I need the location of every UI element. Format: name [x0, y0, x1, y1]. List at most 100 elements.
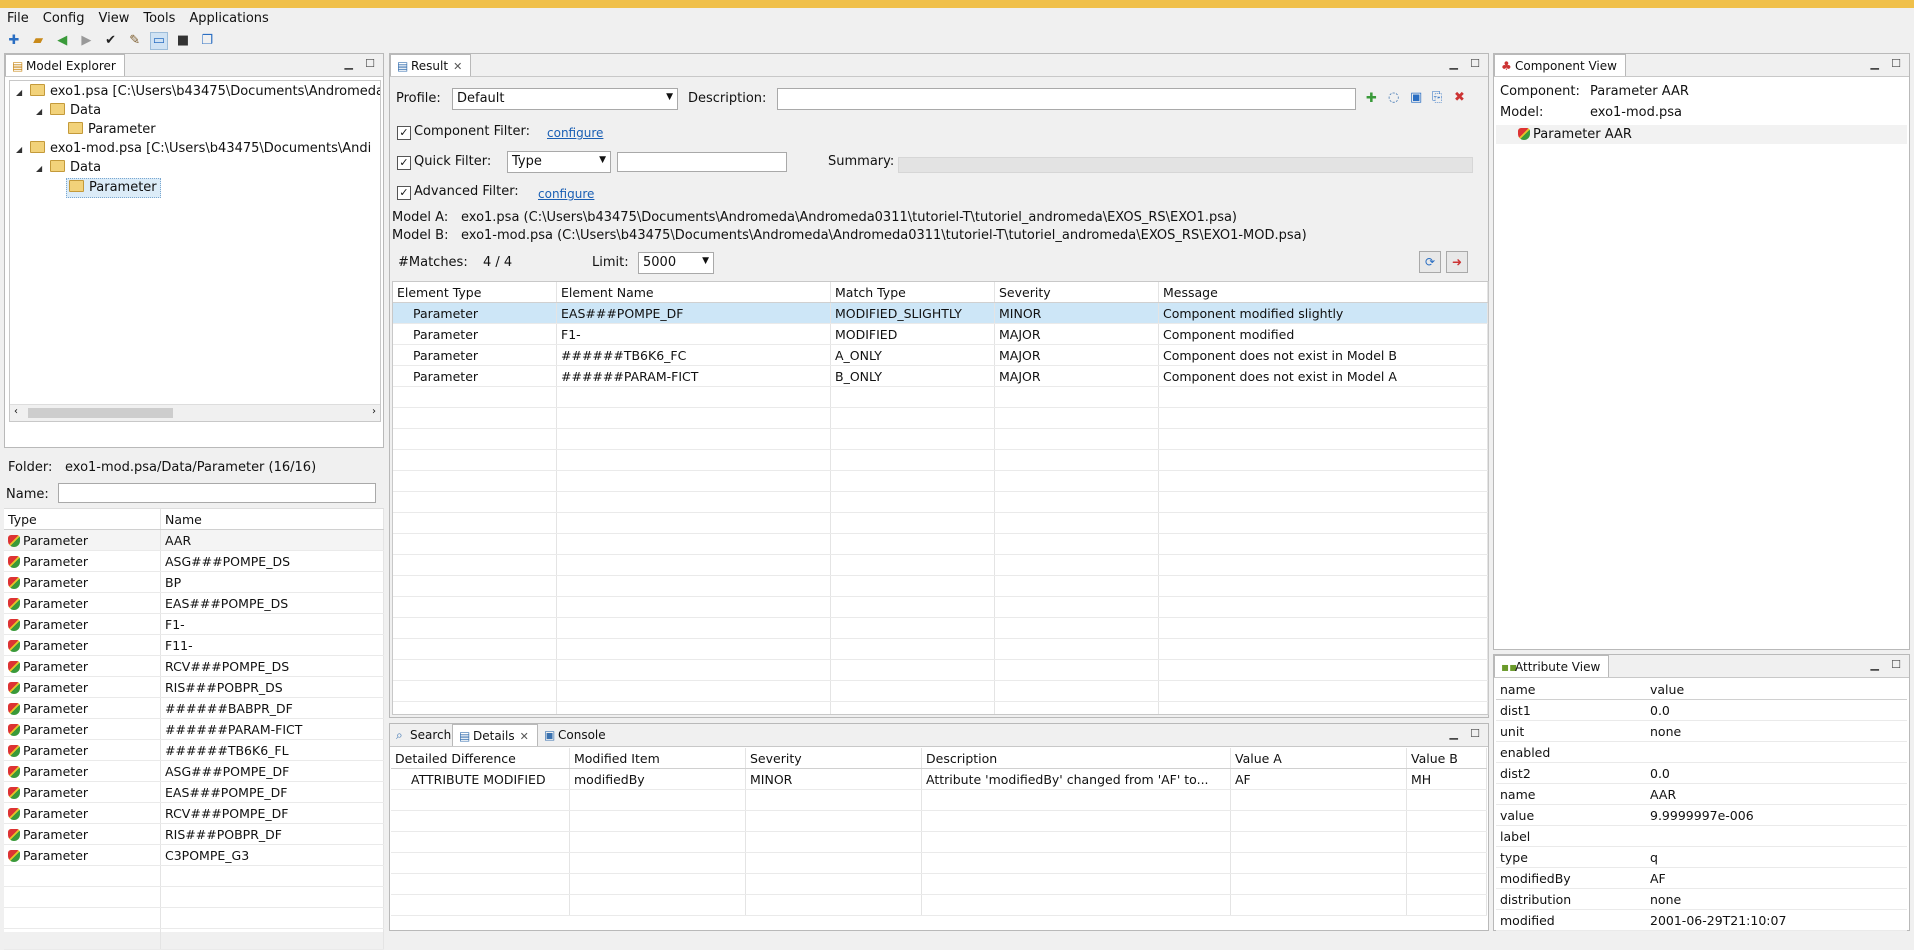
quick-filter-input[interactable] [617, 152, 787, 172]
console-icon[interactable]: ■ [175, 33, 191, 49]
attribute-row[interactable]: modifiedBy AF [1496, 867, 1907, 889]
column-header-element-type[interactable]: Element Type [393, 282, 557, 303]
column-header-match-type[interactable]: Match Type [830, 282, 995, 303]
column-header-description[interactable]: Description [921, 748, 1231, 769]
attribute-row[interactable]: value 9.9999997e-006 [1496, 804, 1907, 826]
tree-node-exo1-mod[interactable]: ◢ exo1-mod.psa [C:\Users\b43475\Documents… [16, 140, 371, 158]
column-header-detailed-difference[interactable]: Detailed Difference [391, 748, 570, 769]
column-header-name[interactable]: Name [160, 509, 384, 530]
component-filter-configure-link[interactable]: configure [547, 126, 603, 140]
attribute-row[interactable]: modified 2001-06-29T21:10:07 [1496, 909, 1907, 931]
back-arrow-icon[interactable]: ◀ [54, 33, 70, 49]
column-header-type[interactable]: Type [4, 509, 161, 530]
minimize-icon[interactable]: ▁ [1450, 727, 1458, 740]
table-row[interactable]: Parameter RCV###POMPE_DS [4, 655, 384, 677]
attribute-row[interactable]: type q [1496, 846, 1907, 868]
tab-attribute-view[interactable]: ▪▪Attribute View [1494, 655, 1610, 677]
menu-tools[interactable]: Tools [136, 8, 182, 29]
collapse-arrow-icon[interactable]: ◢ [36, 160, 48, 178]
minimize-icon[interactable]: ▁ [1871, 658, 1879, 671]
column-header-severity[interactable]: Severity [994, 282, 1159, 303]
column-header-element-name[interactable]: Element Name [556, 282, 831, 303]
table-row[interactable]: Parameter F11- [4, 634, 384, 656]
tree-node-data[interactable]: ◢ Data [36, 102, 101, 120]
attribute-row[interactable]: distribution none [1496, 888, 1907, 910]
tree-node-exo1[interactable]: ◢ exo1.psa [C:\Users\b43475\Documents\And… [16, 83, 380, 102]
tree-node-data[interactable]: ◢ Data [36, 159, 101, 177]
column-header-modified-item[interactable]: Modified Item [569, 748, 746, 769]
attribute-row[interactable]: label [1496, 825, 1907, 847]
tab-component-view[interactable]: ♣ Component View [1494, 54, 1626, 76]
quick-filter-checkbox[interactable]: ✓ [397, 156, 411, 170]
table-row[interactable]: Parameter ######TB6K6_FC A_ONLY MAJOR Compon… [393, 344, 1488, 366]
window-icon[interactable]: ▭ [149, 32, 168, 50]
scroll-right-icon[interactable]: › [372, 406, 376, 417]
table-row[interactable]: Parameter ######PARAM-FICT B_ONLY MAJOR Comp… [393, 365, 1488, 387]
tree-node-parameter-selected[interactable]: Parameter [66, 178, 161, 198]
minimize-icon[interactable]: ▁ [345, 57, 353, 70]
column-header-value-b[interactable]: Value B [1406, 748, 1487, 769]
table-row[interactable]: Parameter F1- [4, 613, 384, 635]
quick-filter-select[interactable]: Type ▼ [507, 151, 611, 173]
table-row[interactable]: Parameter RIS###POBPR_DS [4, 676, 384, 698]
column-header-message[interactable]: Message [1158, 282, 1488, 303]
attribute-row[interactable]: unit none [1496, 720, 1907, 742]
description-input[interactable] [777, 88, 1356, 110]
tab-search[interactable]: ⌕ Search [390, 724, 460, 746]
menu-config[interactable]: Config [36, 8, 92, 29]
menu-file[interactable]: File [0, 8, 36, 29]
copy-icon[interactable]: ❐ [199, 33, 215, 49]
table-row[interactable]: Parameter ASG###POMPE_DF [4, 760, 384, 782]
close-icon[interactable]: ✕ [453, 60, 462, 73]
table-row[interactable]: ATTRIBUTE MODIFIED modifiedBy MINOR Attribu… [391, 768, 1487, 790]
close-icon[interactable]: ✕ [520, 730, 529, 743]
column-header-attr-name[interactable]: name [1496, 679, 1646, 700]
column-header-severity[interactable]: Severity [745, 748, 922, 769]
add-profile-icon[interactable]: ✚ [1366, 91, 1377, 106]
attribute-row[interactable]: dist2 0.0 [1496, 762, 1907, 784]
menu-applications[interactable]: Applications [182, 8, 275, 29]
tab-details[interactable]: ▤ Details ✕ [452, 724, 538, 746]
minimize-icon[interactable]: ▁ [1871, 57, 1879, 70]
table-row[interactable]: Parameter ######TB6K6_FL [4, 739, 384, 761]
stop-button[interactable]: ➜ [1446, 251, 1468, 273]
attribute-row[interactable]: dist1 0.0 [1496, 699, 1907, 721]
check-icon[interactable]: ✔ [103, 33, 119, 49]
maximize-icon[interactable]: ☐ [1891, 57, 1901, 70]
table-row[interactable]: Parameter EAS###POMPE_DF MODIFIED_SLIGHTLY… [393, 302, 1488, 324]
table-row[interactable]: Parameter BP [4, 571, 384, 593]
table-row[interactable]: Parameter ASG###POMPE_DS [4, 550, 384, 572]
table-row[interactable]: Parameter ######BABPR_DF [4, 697, 384, 719]
maximize-icon[interactable]: ☐ [365, 57, 375, 70]
profile-select[interactable]: Default ▼ [452, 88, 678, 110]
attribute-row[interactable]: name AAR [1496, 783, 1907, 805]
limit-select[interactable]: 5000 ▼ [638, 252, 714, 274]
menu-view[interactable]: View [91, 8, 136, 29]
edit-profile-icon[interactable]: ◌ [1388, 90, 1399, 105]
collapse-arrow-icon[interactable]: ◢ [16, 84, 28, 102]
tab-result[interactable]: ▤ Result ✕ [390, 54, 472, 76]
table-row[interactable]: Parameter AAR [4, 529, 384, 551]
table-row[interactable]: Parameter RIS###POBPR_DF [4, 823, 384, 845]
attribute-row[interactable]: enabled [1496, 741, 1907, 763]
tab-console[interactable]: ▣ Console [538, 724, 614, 746]
minimize-icon[interactable]: ▁ [1450, 57, 1458, 70]
name-filter-input[interactable] [58, 483, 376, 503]
advanced-filter-configure-link[interactable]: configure [538, 187, 594, 201]
table-row[interactable]: Parameter ######PARAM-FICT [4, 718, 384, 740]
table-row[interactable]: Parameter EAS###POMPE_DS [4, 592, 384, 614]
table-row[interactable]: Parameter EAS###POMPE_DF [4, 781, 384, 803]
horizontal-scrollbar[interactable]: ‹ › [10, 404, 380, 421]
collapse-arrow-icon[interactable]: ◢ [16, 141, 28, 159]
maximize-icon[interactable]: ☐ [1891, 658, 1901, 671]
tree-node-parameter[interactable]: Parameter [66, 121, 156, 139]
component-filter-checkbox[interactable]: ✓ [397, 126, 411, 140]
table-row[interactable]: Parameter C3POMPE_G3 [4, 844, 384, 866]
maximize-icon[interactable]: ☐ [1470, 57, 1480, 70]
open-folder-icon[interactable]: ▰ [30, 33, 46, 49]
scroll-left-icon[interactable]: ‹ [14, 406, 18, 417]
collapse-arrow-icon[interactable]: ◢ [36, 103, 48, 121]
column-header-attr-value[interactable]: value [1646, 679, 1907, 700]
add-icon[interactable]: ✚ [6, 33, 22, 49]
export-icon[interactable]: ⎘ [1432, 90, 1442, 105]
